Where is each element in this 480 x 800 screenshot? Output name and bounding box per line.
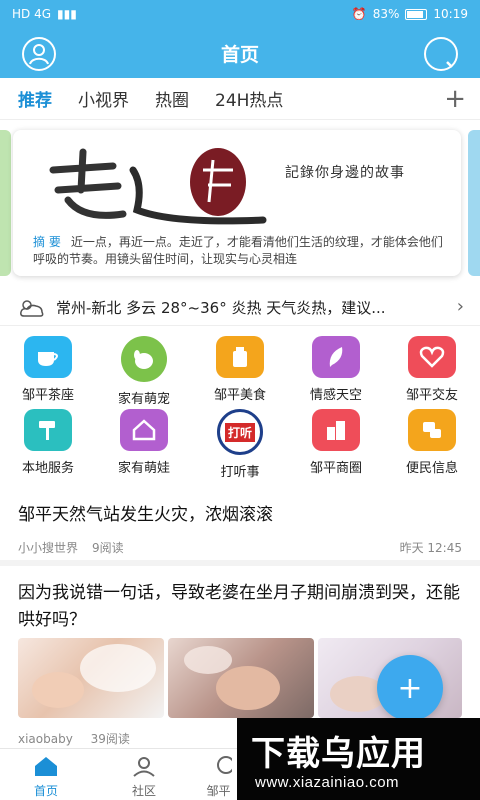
chevron-right-icon: › [456,296,464,317]
grid-item-info[interactable]: 便民信息 [384,409,480,481]
buildings-icon [312,409,360,451]
divider [0,560,480,566]
tea-cup-icon [24,336,72,378]
grid-label: 本地服务 [21,461,74,476]
grid-item-kids[interactable]: 家有萌娃 [96,409,192,481]
grid-label: 邹平美食 [213,388,266,403]
network-label: HD 4G [12,7,52,21]
tab-recommend[interactable]: 推荐 [18,82,52,115]
category-tabs: 推荐 小视界 热圈 24H热点 + [0,78,480,120]
grid-label: 邹平商圈 [309,461,362,476]
article-time: 昨天 12:45 [399,541,462,555]
user-button[interactable] [22,37,56,71]
next-banner-peek[interactable] [468,130,480,276]
grid-label: 便民信息 [405,461,458,476]
banner-card[interactable]: 記錄你身邊的故事 摘 要近一点，再近一点。走近了，才能看清他们生活的纹理，才能体… [13,130,461,276]
article-author: xiaobaby [18,732,73,746]
banner-slogan: 記錄你身邊的故事 [285,165,405,181]
search-icon [446,61,453,68]
inquire-icon: 打听 [217,409,263,455]
article-title: 邹平天然气站发生火灾，浓烟滚滚 [18,505,273,525]
nav-third[interactable]: 邹平 [200,755,237,799]
community-icon [133,757,155,777]
grid-item-business[interactable]: 邹平商圈 [288,409,384,481]
page-title: 首页 [220,43,259,66]
article-image[interactable] [168,638,314,718]
grid-item-local-service[interactable]: 本地服务 [0,409,96,481]
grid-label: 情感天空 [309,388,362,403]
alarm-icon: ⏰ [351,7,367,21]
nav-community[interactable]: 社区 [114,755,174,799]
grid-label: 邹平交友 [405,388,458,403]
feather-icon [312,336,360,378]
calligraphy-logo [49,148,267,225]
article-card[interactable]: 邹平天然气站发生火灾，浓烟滚滚 小小搜世界 9阅读 昨天 12:45 [18,500,462,556]
compose-button[interactable]: + [377,655,443,721]
tab-mini-world[interactable]: 小视界 [78,82,129,115]
cloud-icon [20,299,44,317]
app-header: 首页 [0,28,480,78]
prev-banner-peek[interactable] [0,130,11,276]
article-image[interactable] [18,638,164,718]
article-reads: 9阅读 [92,541,124,555]
grid-item-inquire[interactable]: 打听 打听事 [192,409,288,481]
dog-icon [121,336,167,382]
food-icon [216,336,264,378]
nav-label: 邹平 [206,784,231,798]
tab-hot-circle[interactable]: 热圈 [155,82,189,115]
partial-icon [216,756,235,774]
grid-item-dating[interactable]: 邹平交友 [384,336,480,408]
grid-item-pet[interactable]: 家有萌宠 [96,336,192,408]
info-icon [408,409,456,451]
battery-percent: 83% [372,7,400,21]
battery-icon [405,8,428,20]
tab-24h-hot[interactable]: 24H热点 [215,82,283,115]
signal-icon: ▮▮▮ [57,7,77,21]
article-meta: xiaobaby 39阅读 [18,730,130,747]
home-icon [35,757,57,776]
grid-label: 家有萌娃 [117,461,170,476]
grid-label: 打听事 [220,465,260,480]
signal-indicators: HD 4G ▮▮▮ [12,7,77,21]
search-button[interactable] [424,37,458,71]
grid-label: 邹平茶座 [21,388,74,403]
article-reads: 39阅读 [90,732,130,746]
watermark-text: 下载乌应用 [251,734,426,774]
brush-icon [24,409,72,451]
watermark-url: www.xiazainiao.com [255,774,400,791]
article-meta: 小小搜世界 9阅读 昨天 12:45 [18,539,462,556]
status-bar: HD 4G ▮▮▮ ⏰ 83% 10:19 [0,0,480,28]
nav-label: 社区 [131,784,156,798]
grid-label: 家有萌宠 [117,392,170,407]
article-title[interactable]: 因为我说错一句话，导致老婆在坐月子期间崩溃到哭，还能哄好吗？ [18,580,462,634]
nav-home[interactable]: 首页 [16,755,76,799]
grid-item-emotion[interactable]: 情感天空 [288,336,384,408]
user-icon [29,44,49,65]
heart-icon [408,336,456,378]
category-grid: 邹平茶座 家有萌宠 邹平美食 情感天空 邹平交友 本地服务 家有萌娃 打听 打听… [0,336,480,481]
grid-item-tea[interactable]: 邹平茶座 [0,336,96,408]
article-author: 小小搜世界 [18,541,79,555]
weather-bar[interactable]: 常州-新北 多云 28°~36° 炎热 天气炎热，建议... › [0,290,480,326]
nav-label: 首页 [33,784,58,798]
summary-text: 近一点，再近一点。走近了，才能看清他们生活的纹理，才能体会他们呼吸的节奏。用镜头… [33,235,443,266]
add-tab-icon[interactable]: + [444,84,466,114]
banner-description: 摘 要近一点，再近一点。走近了，才能看清他们生活的纹理，才能体会他们呼吸的节奏。… [33,234,453,268]
weather-text: 常州-新北 多云 28°~36° 炎热 天气炎热，建议... [56,299,386,317]
summary-tag: 摘 要 [33,235,61,249]
house-icon [120,409,168,451]
grid-item-food[interactable]: 邹平美食 [192,336,288,408]
watermark-logo: 下载乌应用 www.xiazainiao.com [237,718,480,800]
clock: 10:19 [433,7,468,21]
inquire-badge: 打听 [224,422,255,442]
